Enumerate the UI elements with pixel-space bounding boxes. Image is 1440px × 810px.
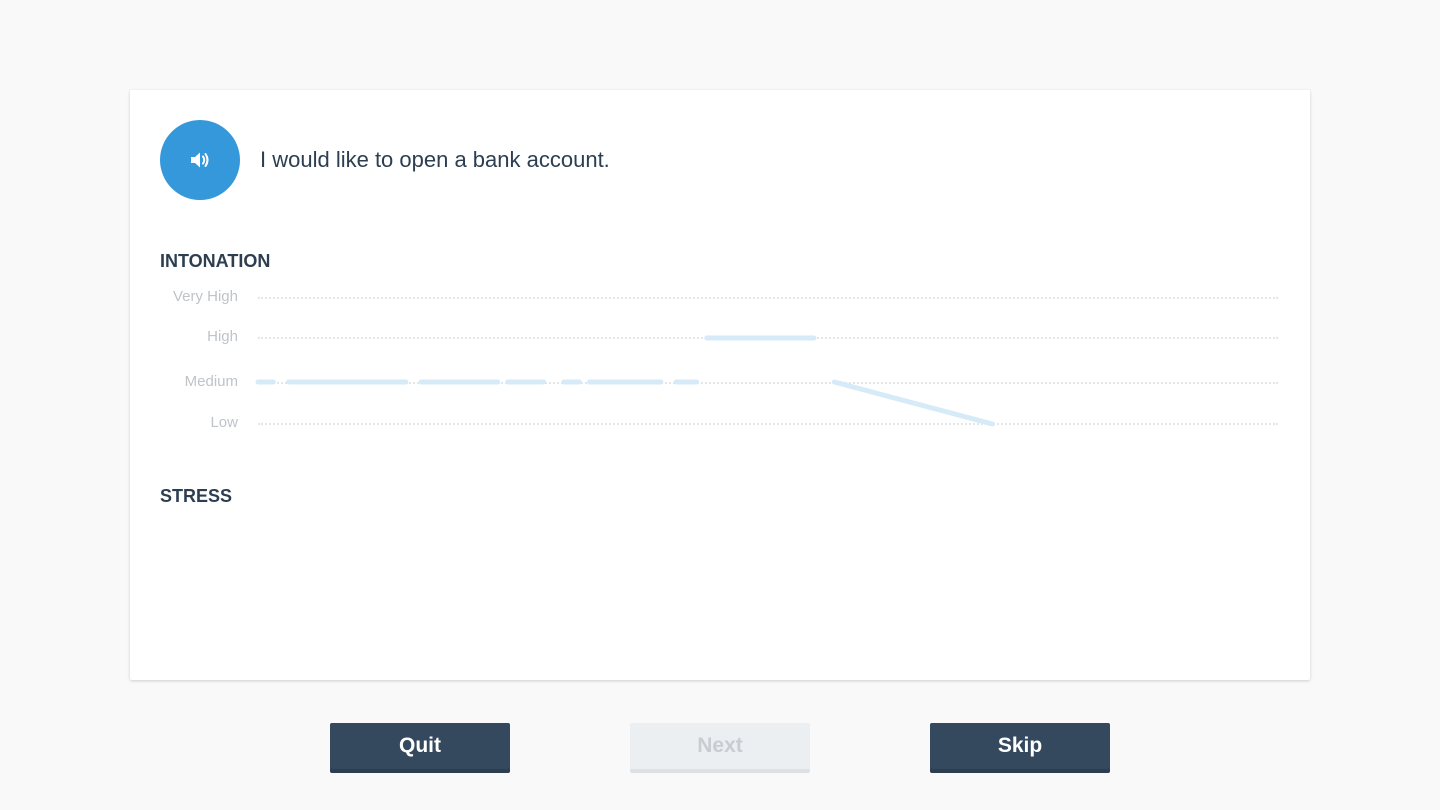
intonation-plot <box>255 335 995 427</box>
skip-button[interactable]: Skip <box>930 723 1110 773</box>
quit-button[interactable]: Quit <box>330 723 510 773</box>
intonation-segment-9 <box>831 379 995 427</box>
stress-title: STRESS <box>160 486 233 506</box>
exercise-card: I would like to open a bank account. INT… <box>130 90 1310 680</box>
next-button: Next <box>630 723 810 773</box>
